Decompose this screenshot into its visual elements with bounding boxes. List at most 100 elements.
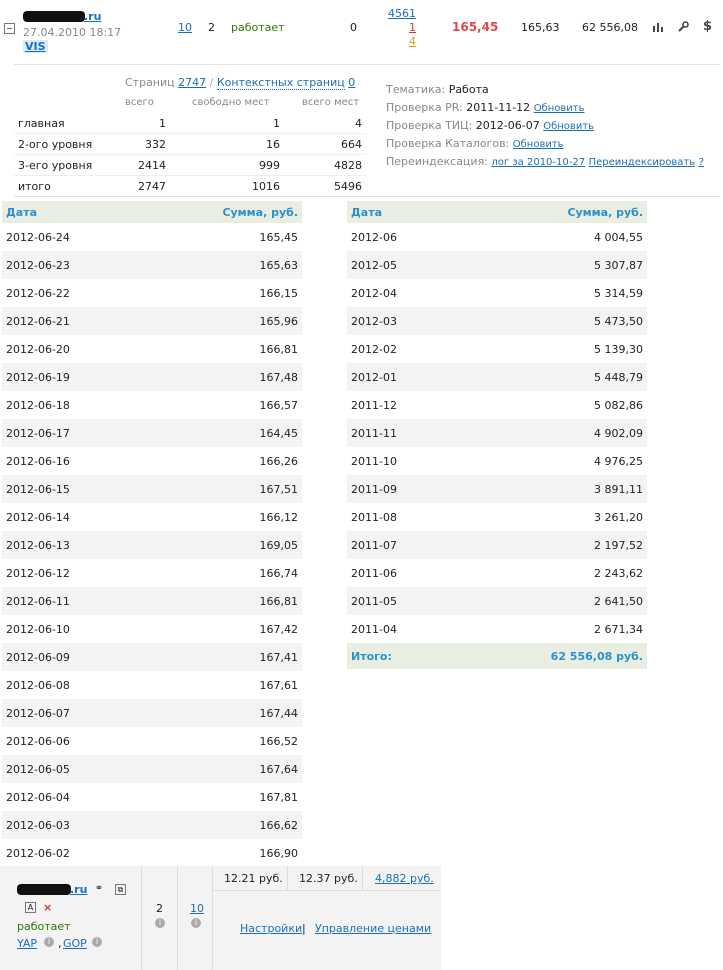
row-date: 2012-06-03 — [2, 811, 141, 839]
monthly-col-sum: Сумма, руб. — [451, 201, 647, 223]
row-date: 2012-06-11 — [2, 587, 141, 615]
bottom-domain-link[interactable]: .ru — [70, 883, 87, 896]
table-row: 2012-06-20 166,81 — [2, 335, 302, 363]
row-sum: 5 307,87 — [451, 251, 647, 279]
context-pages-link[interactable]: Контекстных страниц — [216, 76, 345, 90]
row-sum: 165,63 — [140, 251, 302, 279]
wrench-icon[interactable] — [677, 21, 689, 33]
stats-row-total: итого 2747 1016 5496 — [14, 176, 366, 197]
site-pages-link[interactable]: 10 — [178, 21, 192, 34]
reindex-help-link[interactable]: ? — [699, 157, 704, 168]
row-sum: 167,61 — [259, 678, 299, 692]
catalog-line: Проверка Каталогов: Обновить — [386, 137, 564, 150]
table-row: 2011-04 2 671,34 — [347, 615, 647, 643]
context-pages-count[interactable]: 0 — [348, 76, 355, 89]
links-total-link[interactable]: 4561 — [388, 7, 416, 20]
catalog-update-link[interactable]: Обновить — [513, 139, 564, 150]
row-sum: 167,42 — [259, 622, 299, 636]
link-icon[interactable]: ⚭ — [93, 883, 105, 895]
row-sum: 166,74 — [259, 566, 299, 580]
row-date: 2012-06-16 — [6, 454, 70, 468]
row-sum: 5 314,59 — [594, 286, 643, 300]
reindex-action-link[interactable]: Переиндексировать — [589, 157, 696, 168]
row-sum: 2 197,52 — [451, 531, 647, 559]
stats-cell: 1 — [112, 113, 170, 134]
row-date: 2012-06-18 — [6, 398, 70, 412]
links-orange-link[interactable]: 4 — [409, 35, 416, 48]
divider — [362, 866, 363, 890]
manage-prices-link[interactable]: Управление ценами — [315, 922, 431, 935]
settings-link[interactable]: Настройки — [240, 922, 302, 935]
stats-cell: 5496 — [334, 179, 362, 193]
user-icon[interactable]: A — [25, 902, 36, 913]
vis-badge-link[interactable]: VIS — [23, 40, 48, 53]
site-today-sum: 165,45 — [452, 20, 499, 34]
external-link-icon[interactable]: ⧉ — [115, 884, 126, 895]
stats-cell: 664 — [284, 133, 366, 155]
row-date: 2012-06-14 — [6, 510, 70, 524]
daily-payments-table: Дата Сумма, руб. 2012-06-24 165,45 2012-06… — [2, 201, 302, 867]
dollar-icon[interactable]: $ — [703, 19, 712, 34]
tic-update-link[interactable]: Обновить — [543, 121, 594, 132]
row-sum: 166,12 — [259, 510, 299, 524]
pr-date: 2011-11-12 — [466, 101, 531, 114]
row-date: 2012-06-07 — [2, 699, 141, 727]
table-row: 2012-06-19 167,48 — [2, 363, 302, 391]
stats-cell: 2414 — [112, 154, 170, 176]
divider — [14, 64, 720, 65]
yap-info-icon[interactable]: i — [44, 937, 54, 947]
delete-icon[interactable]: × — [43, 901, 52, 914]
site-levels: 2 — [208, 21, 215, 34]
monthly-total-label: Итого: — [347, 643, 452, 669]
theme-line: Тематика: Работа — [386, 83, 489, 96]
table-row: 2012-06-15 167,51 — [2, 475, 302, 503]
monthly-payments-table: Дата Сумма, руб. 2012-06 4 004,55 2012-05 5… — [347, 201, 647, 669]
site-yesterday-sum: 165,63 — [521, 21, 560, 34]
yap-link[interactable]: YAP — [17, 937, 37, 950]
site-domain-link[interactable]: .ru — [84, 10, 101, 23]
links-red-link[interactable]: 1 — [409, 21, 416, 34]
row-sum: 166,57 — [259, 398, 299, 412]
bottom-col2-link[interactable]: 10 — [190, 902, 204, 915]
row-sum: 167,64 — [140, 755, 302, 783]
table-row: 2012-06-16 166,26 — [2, 447, 302, 475]
row-sum: 2 641,50 — [451, 587, 647, 615]
daily-col-date: Дата — [2, 201, 141, 223]
gop-info-icon[interactable]: i — [92, 937, 102, 947]
row-sum: 2 671,34 — [594, 622, 643, 636]
row-date: 2012-06-23 — [2, 251, 141, 279]
pages-stats-table: главная 1 1 4 2-ого уровня 332 16 664 3-… — [14, 113, 366, 196]
theme-value: Работа — [448, 83, 489, 96]
gop-link[interactable]: GOP — [63, 937, 87, 950]
price-1: 12.21 руб. — [224, 872, 283, 885]
price-3-link[interactable]: 4,882 руб. — [375, 872, 434, 885]
reindex-label: Переиндексация: — [386, 155, 488, 168]
row-date: 2011-12 — [351, 398, 397, 412]
col2-info-icon[interactable]: i — [191, 918, 201, 928]
stats-icon[interactable] — [652, 21, 664, 33]
stats-row-label: 3-его уровня — [14, 154, 112, 176]
pr-update-link[interactable]: Обновить — [534, 103, 585, 114]
table-row: 2012-06 4 004,55 — [347, 223, 647, 251]
table-row: 2011-07 2 197,52 — [347, 531, 647, 559]
daily-col-sum: Сумма, руб. — [140, 201, 302, 223]
row-date: 2012-06-15 — [2, 475, 141, 503]
divider — [177, 866, 178, 970]
row-sum: 165,96 — [140, 307, 302, 335]
pages-label: Страниц — [125, 76, 175, 89]
redacted-domain — [23, 11, 85, 22]
row-sum: 4 004,55 — [594, 230, 643, 244]
divider — [14, 196, 720, 197]
separator-comma: , — [58, 937, 62, 950]
divider — [212, 890, 441, 891]
collapse-toggle-icon[interactable]: − — [4, 23, 15, 34]
reindex-log-link[interactable]: лог за 2010-10-27 — [491, 157, 585, 168]
col1-info-icon[interactable]: i — [155, 918, 165, 928]
separator: | — [302, 922, 306, 935]
stats-row: 2-ого уровня 332 16 664 — [14, 133, 366, 155]
table-row: 2012-06-02 166,90 — [2, 839, 302, 867]
pages-count-link[interactable]: 2747 — [178, 76, 206, 89]
row-sum: 5 082,86 — [594, 398, 643, 412]
row-date: 2012-06-10 — [6, 622, 70, 636]
row-date: 2012-06-05 — [2, 755, 141, 783]
